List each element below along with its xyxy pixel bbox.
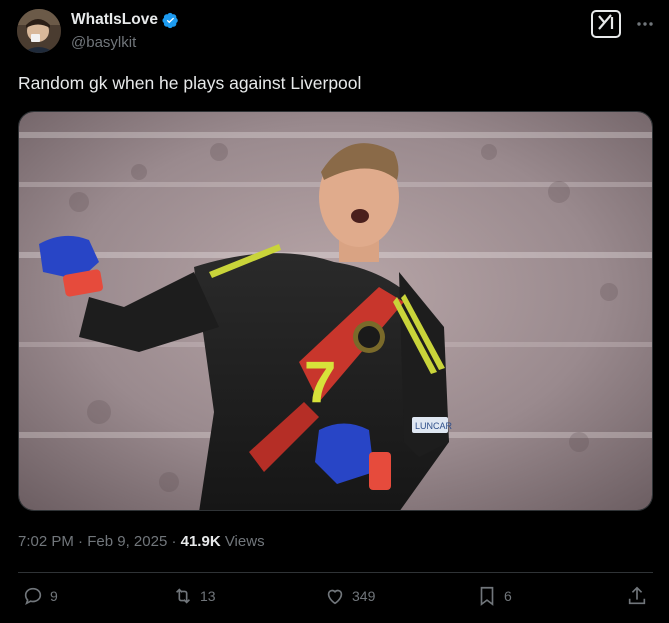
verified-badge-icon[interactable]: [162, 12, 179, 29]
author-name-row: WhatIsLove: [71, 11, 179, 29]
tweet-meta: 7:02 PM · Feb 9, 2025 · 41.9K Views: [18, 533, 265, 550]
bookmark-icon: [480, 586, 494, 606]
tweet-text: Random gk when he plays against Liverpoo…: [18, 73, 362, 93]
heart-icon: [327, 589, 343, 605]
bookmark-count: 6: [504, 588, 512, 604]
share-button[interactable]: [626, 585, 648, 607]
avatar[interactable]: [17, 9, 61, 53]
reply-icon: [24, 587, 42, 606]
action-bar: 9 13 349 6: [0, 585, 669, 613]
views-separator: ·: [167, 533, 181, 550]
like-button[interactable]: 349: [324, 585, 375, 607]
views-count: 41.9K: [180, 533, 221, 550]
tweet-date[interactable]: Feb 9, 2025: [87, 533, 167, 550]
grok-icon: [596, 13, 616, 36]
sleeve-badge: LUNCAR: [415, 421, 453, 431]
more-dots-icon: [636, 14, 654, 32]
share-icon: [628, 586, 646, 605]
shirt-number: 7: [304, 350, 336, 415]
display-name[interactable]: WhatIsLove: [71, 11, 158, 29]
repost-icon: [175, 588, 191, 604]
like-count: 349: [352, 588, 376, 604]
reply-count: 9: [50, 588, 58, 604]
grok-button[interactable]: [591, 10, 621, 38]
repost-button[interactable]: 13: [172, 585, 216, 607]
reply-button[interactable]: 9: [22, 585, 58, 607]
tweet-time[interactable]: 7:02 PM: [18, 533, 74, 550]
meta-separator: ·: [73, 533, 88, 550]
more-button[interactable]: [634, 12, 656, 34]
views-label: Views: [220, 533, 265, 550]
divider: [18, 572, 653, 573]
tweet-image[interactable]: 7 LUNCAR: [18, 111, 653, 511]
goalkeeper-photo: 7 LUNCAR: [19, 112, 652, 510]
handle[interactable]: @basylkit: [71, 34, 136, 51]
bookmark-button[interactable]: 6: [476, 585, 512, 607]
repost-count: 13: [200, 588, 216, 604]
